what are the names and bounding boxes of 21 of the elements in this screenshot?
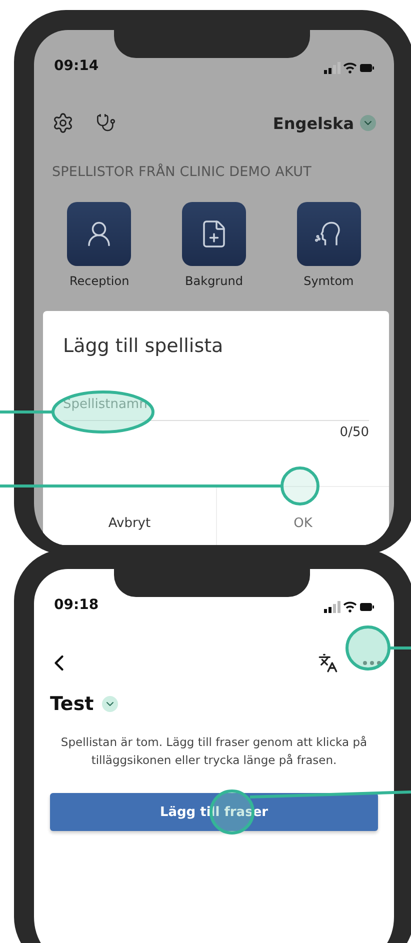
status-icons <box>324 62 374 74</box>
section-title: SPELLISTOR FRÅN CLINIC DEMO AKUT <box>52 164 312 180</box>
language-selector[interactable]: Engelska <box>272 114 376 132</box>
category-tile[interactable]: Bakgrund <box>156 202 272 288</box>
input-field[interactable]: Spellistnamn <box>63 397 369 421</box>
translate-icon[interactable] <box>318 653 338 673</box>
status-time: 09:18 <box>54 597 99 613</box>
stethoscope-icon[interactable] <box>96 113 116 133</box>
playlist-title: Test <box>50 693 94 715</box>
callout-circle <box>346 626 390 670</box>
status-time: 09:14 <box>54 58 99 74</box>
category-tile[interactable]: Symtom <box>271 202 386 288</box>
dialog-title: Lägg till spellista <box>62 334 224 357</box>
leader-line <box>389 646 411 650</box>
status-icons <box>324 601 374 613</box>
empty-message: Spellistan är tom. Lägg till fraser genom att klicka på tilläggsikonen eller trycka länge på frasen. <box>60 734 368 769</box>
callout-circle <box>280 466 320 506</box>
settings-icon[interactable] <box>52 112 74 134</box>
category-tile[interactable]: Reception <box>42 202 157 288</box>
leader-line <box>0 410 53 414</box>
character-counter: 0/50 <box>338 424 370 440</box>
